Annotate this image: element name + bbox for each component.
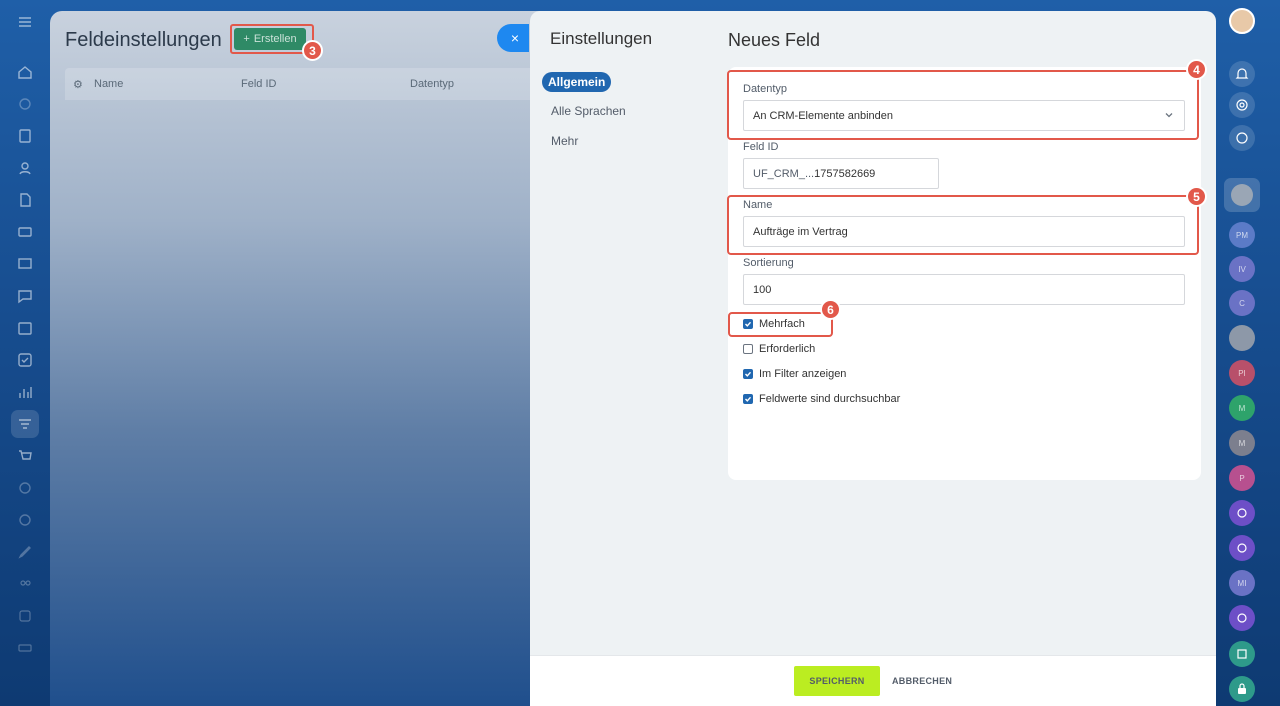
mehrfach-highlight bbox=[728, 312, 833, 337]
cancel-button[interactable]: ABBRECHEN bbox=[892, 666, 952, 696]
avatar-iv[interactable]: IV bbox=[1229, 256, 1255, 282]
gear-icon[interactable]: ⚙ bbox=[73, 78, 83, 91]
crm-icon[interactable] bbox=[17, 96, 33, 112]
checkbox-im-filter[interactable]: Im Filter anzeigen bbox=[743, 368, 846, 380]
target-icon[interactable] bbox=[1229, 92, 1255, 118]
table-header: ⚙ Name Feld ID Datentyp bbox=[65, 68, 535, 100]
avatar-m-green[interactable]: M bbox=[1229, 395, 1255, 421]
close-icon: × bbox=[510, 30, 520, 46]
avatar-pi[interactable]: PI bbox=[1229, 360, 1255, 386]
task-check-icon[interactable] bbox=[1229, 641, 1255, 667]
left-navigation bbox=[0, 0, 50, 706]
avatar-mi[interactable]: MI bbox=[1229, 570, 1255, 596]
nav-allgemein[interactable]: Allgemein bbox=[542, 72, 612, 92]
form-title: Neues Feld bbox=[728, 30, 821, 50]
column-datatype[interactable]: Datentyp bbox=[410, 78, 454, 90]
more-icon[interactable] bbox=[17, 640, 33, 656]
chat-icon[interactable] bbox=[17, 288, 33, 304]
close-slider-button[interactable]: × bbox=[497, 24, 529, 52]
sort-label: Sortierung bbox=[743, 257, 794, 269]
edit-icon[interactable] bbox=[17, 544, 33, 560]
storage-icon[interactable] bbox=[17, 608, 33, 624]
avatar bbox=[1231, 184, 1253, 206]
checkbox-durchsuchbar[interactable]: Feldwerte sind durchsuchbar bbox=[743, 393, 900, 405]
nav-alle-sprachen[interactable]: Alle Sprachen bbox=[551, 104, 626, 118]
avatar-m-gray[interactable]: M bbox=[1229, 430, 1255, 456]
datatype-highlight bbox=[727, 70, 1199, 140]
search-chat-icon[interactable] bbox=[1229, 125, 1255, 151]
analytics-icon[interactable] bbox=[17, 384, 33, 400]
sync-icon[interactable] bbox=[17, 480, 33, 496]
filter-icon[interactable] bbox=[17, 416, 33, 432]
name-highlight bbox=[727, 195, 1199, 255]
board-icon[interactable] bbox=[17, 256, 33, 272]
nav-mehr[interactable]: Mehr bbox=[551, 134, 578, 148]
right-rail: PM IV C PI M M P MI bbox=[1216, 0, 1280, 706]
field-id-input[interactable]: UF_CRM_... 1757582669 bbox=[743, 158, 939, 189]
step-badge-3: 3 bbox=[302, 40, 323, 61]
tasks-icon[interactable] bbox=[17, 352, 33, 368]
checkbox-checked-icon[interactable] bbox=[743, 369, 753, 379]
column-field-id[interactable]: Feld ID bbox=[241, 78, 276, 90]
checkbox-label: Im Filter anzeigen bbox=[759, 368, 847, 380]
field-settings-panel: Feldeinstellungen + Erstellen ⚙ Name Fel… bbox=[50, 11, 550, 706]
step-badge-5: 5 bbox=[1186, 186, 1207, 207]
checkbox-unchecked-icon[interactable] bbox=[743, 344, 753, 354]
contacts-icon[interactable] bbox=[17, 160, 33, 176]
slider-footer: SPEICHERN ABBRECHEN bbox=[530, 655, 1216, 706]
group-icon[interactable] bbox=[17, 576, 33, 592]
menu-icon[interactable] bbox=[17, 14, 33, 30]
field-id-value: 1757582669 bbox=[814, 167, 876, 180]
support-icon[interactable] bbox=[17, 512, 33, 528]
home-icon[interactable] bbox=[17, 64, 33, 80]
calendar-icon[interactable] bbox=[17, 320, 33, 336]
document-icon[interactable] bbox=[17, 128, 33, 144]
avatar-pm[interactable]: PM bbox=[1229, 222, 1255, 248]
step-badge-4: 4 bbox=[1186, 59, 1207, 80]
file-icon[interactable] bbox=[17, 192, 33, 208]
avatar-p[interactable]: P bbox=[1229, 465, 1255, 491]
contact-photo-1[interactable] bbox=[1224, 178, 1260, 212]
lock-icon[interactable] bbox=[1229, 676, 1255, 702]
settings-slider: Einstellungen Allgemein Alle Sprachen Me… bbox=[530, 11, 1216, 706]
cart-icon[interactable] bbox=[17, 448, 33, 464]
checkbox-checked-icon[interactable] bbox=[743, 394, 753, 404]
openlines-icon-2[interactable] bbox=[1229, 535, 1255, 561]
avatar-c[interactable]: C bbox=[1229, 290, 1255, 316]
settings-title: Einstellungen bbox=[550, 29, 653, 48]
contact-photo-2[interactable] bbox=[1229, 325, 1255, 351]
step-badge-6: 6 bbox=[820, 299, 841, 320]
field-id-prefix: UF_CRM_... bbox=[753, 167, 815, 180]
page-title: Feldeinstellungen bbox=[65, 29, 222, 51]
sort-value: 100 bbox=[753, 283, 772, 296]
user-avatar[interactable] bbox=[1229, 8, 1255, 34]
save-button[interactable]: SPEICHERN bbox=[794, 666, 880, 696]
openlines-icon-1[interactable] bbox=[1229, 500, 1255, 526]
sort-input[interactable]: 100 bbox=[743, 274, 1185, 305]
field-id-label: Feld ID bbox=[743, 141, 779, 153]
checkbox-erforderlich[interactable]: Erforderlich bbox=[743, 343, 815, 355]
checkbox-label: Feldwerte sind durchsuchbar bbox=[759, 393, 901, 405]
bell-icon[interactable] bbox=[1229, 61, 1255, 87]
openlines-icon-3[interactable] bbox=[1229, 605, 1255, 631]
column-name[interactable]: Name bbox=[94, 78, 123, 90]
checkbox-label: Erforderlich bbox=[759, 343, 816, 355]
inbox-icon[interactable] bbox=[17, 224, 33, 240]
